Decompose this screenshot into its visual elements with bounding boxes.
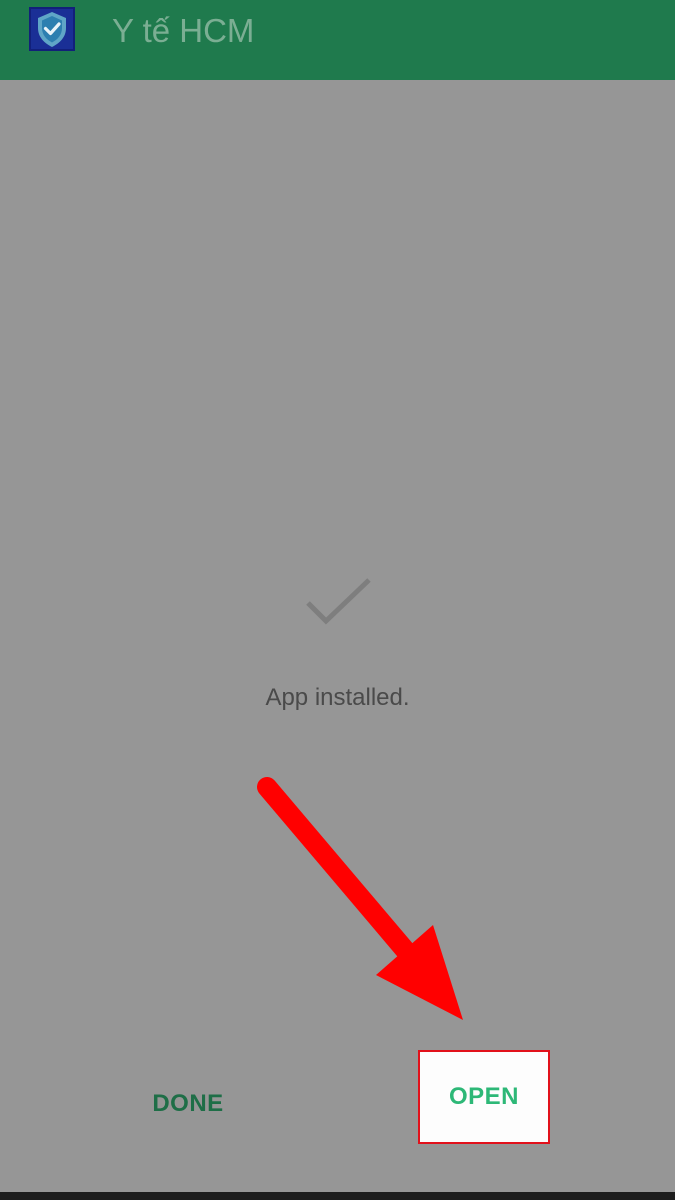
done-button-label: DONE bbox=[152, 1090, 224, 1117]
app-title: Y tế HCM bbox=[112, 12, 255, 49]
install-status-message: App installed. bbox=[265, 684, 410, 711]
open-button[interactable]: OPEN bbox=[418, 1050, 550, 1144]
done-button[interactable]: DONE bbox=[128, 1074, 248, 1134]
red-arrow-icon bbox=[250, 770, 480, 1030]
open-button-label: OPEN bbox=[448, 1083, 519, 1110]
install-screen: Y tế HCM App installed. DONE OPEN bbox=[0, 0, 675, 1192]
shield-check-icon bbox=[29, 7, 75, 51]
checkmark-icon bbox=[303, 576, 373, 632]
app-bar: Y tế HCM bbox=[0, 0, 675, 80]
